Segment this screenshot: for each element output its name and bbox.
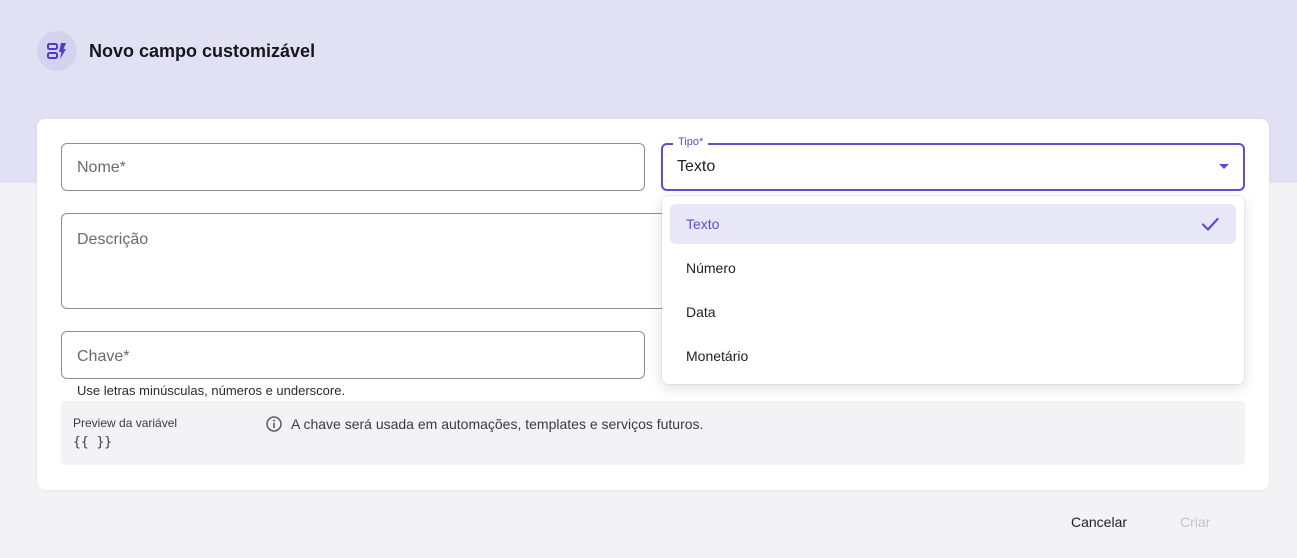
descricao-placeholder: Descrição [77, 231, 149, 248]
chave-helper-text: Use letras minúsculas, números e undersc… [77, 383, 346, 398]
create-button[interactable]: Criar [1180, 514, 1210, 530]
option-data[interactable]: Data [670, 292, 1236, 332]
chave-field[interactable]: Chave* [61, 331, 645, 379]
preview-code: {{ }} [73, 435, 113, 450]
chave-placeholder: Chave* [77, 348, 130, 365]
preview-info-text: A chave será usada em automações, templa… [291, 416, 704, 432]
tipo-select[interactable]: Tipo* Texto [661, 136, 1245, 191]
option-label: Monetário [686, 348, 749, 364]
option-label: Data [686, 304, 716, 320]
page-header: Novo campo customizável [37, 31, 315, 71]
preview-label: Preview da variável [73, 416, 178, 430]
info-icon [266, 416, 282, 432]
option-monetario[interactable]: Monetário [670, 336, 1236, 376]
nome-placeholder: Nome* [77, 159, 126, 176]
nome-field[interactable]: Nome* [61, 143, 645, 191]
option-label: Número [686, 260, 736, 276]
option-numero[interactable]: Número [670, 248, 1236, 288]
cancel-button[interactable]: Cancelar [1071, 514, 1127, 530]
descricao-field[interactable]: Descrição [61, 213, 691, 309]
tipo-dropdown-menu: Texto Número Data Monetário [662, 196, 1244, 384]
check-icon [1201, 217, 1219, 231]
caret-down-icon [1219, 164, 1229, 169]
page-title: Novo campo customizável [89, 40, 316, 61]
variable-preview: Preview da variável {{ }} A chave será u… [61, 401, 1245, 465]
custom-field-icon [37, 31, 77, 71]
tipo-value: Texto [677, 158, 716, 175]
option-label: Texto [686, 216, 720, 232]
tipo-label: Tipo* [673, 136, 709, 148]
option-texto[interactable]: Texto [670, 204, 1236, 244]
